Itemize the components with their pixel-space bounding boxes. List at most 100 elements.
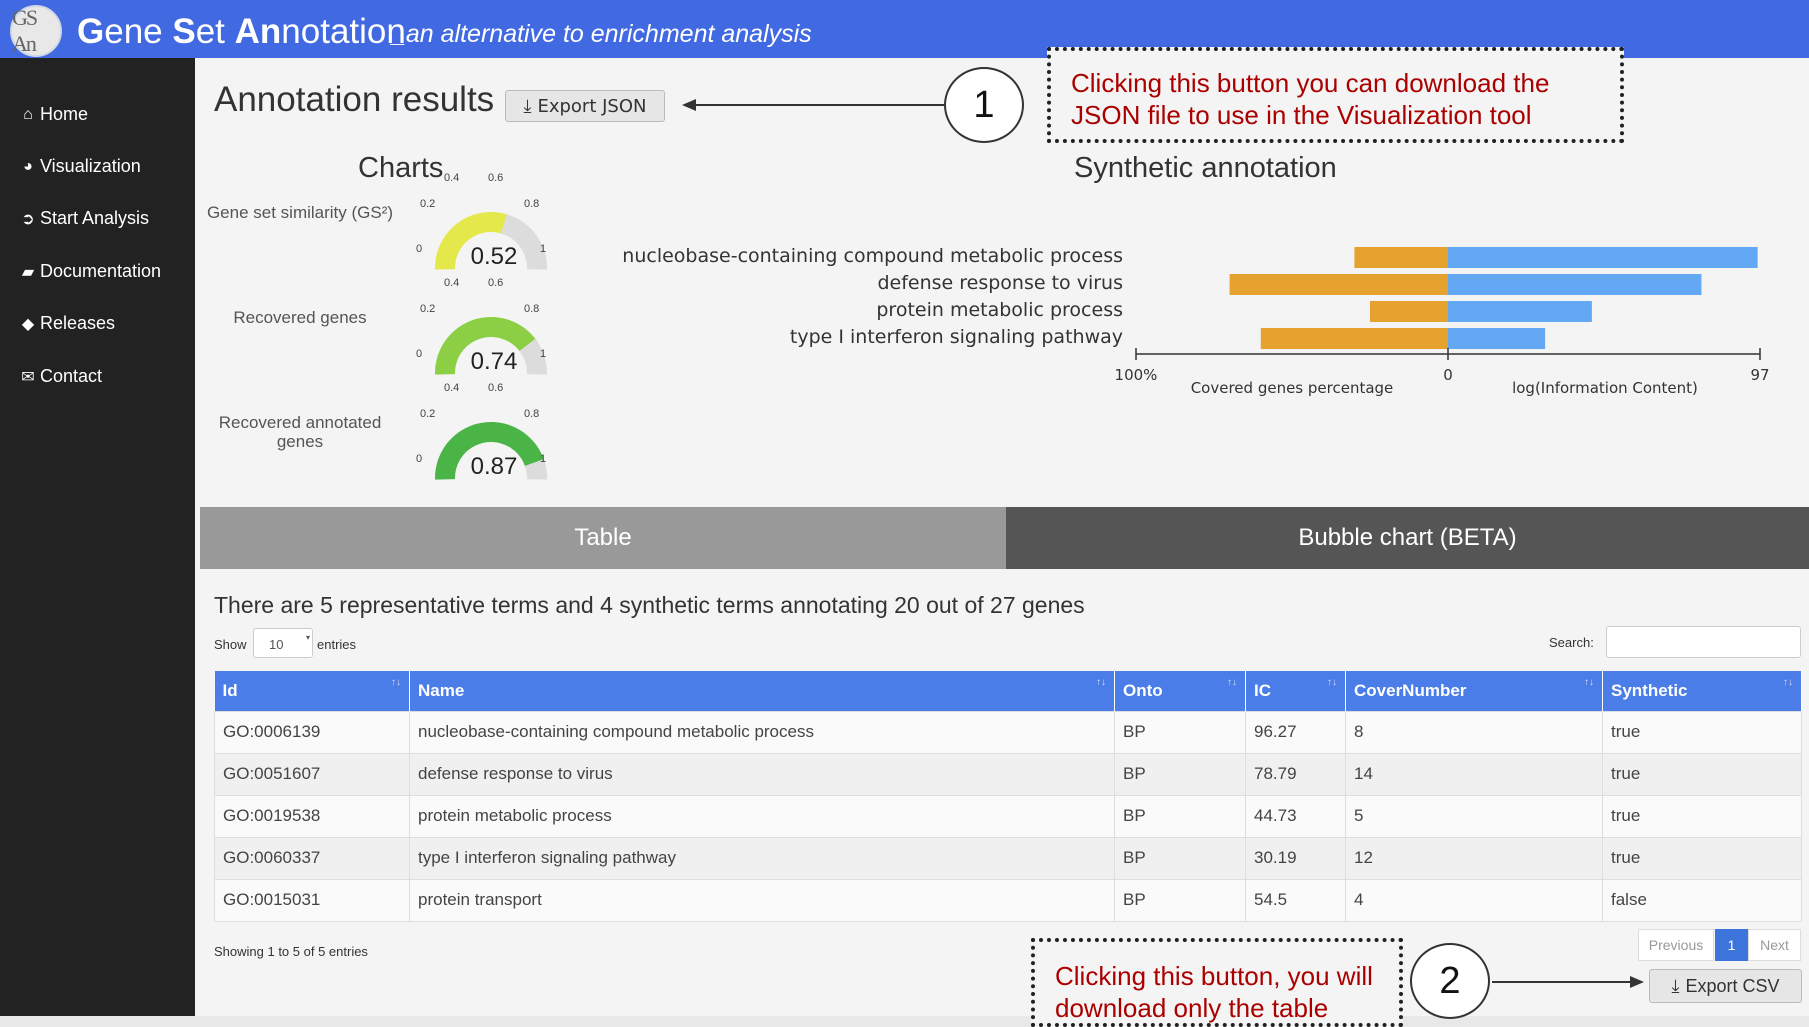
covered-genes-bar [1370,301,1448,322]
page-1-button[interactable]: 1 [1715,929,1748,961]
gauge-tick-label: 0.6 [488,172,504,184]
gauge-label-recovered-genes: Recovered genes [233,308,367,327]
table-row[interactable]: GO:0019538 protein metabolic process BP 44.… [214,794,1802,838]
tag-icon: ◆ [21,315,35,333]
synthetic-annotation-title: Synthetic annotation [1074,152,1337,184]
gauge-tick-label: 1 [540,348,547,360]
search-input[interactable] [1606,626,1801,658]
table-cell: 12 [1345,836,1603,880]
category-label: protein metabolic process [876,299,1123,321]
table-cell: BP [1114,710,1246,754]
x-axis-label-right: log(Information Content) [1512,379,1698,397]
sort-icon: ↑↓ [1584,677,1594,688]
table-cell: true [1602,752,1802,796]
sidebar-item-documentation[interactable]: ▰ Documentation [18,261,161,282]
information-content-bar [1448,328,1546,349]
export-csv-button[interactable]: ⤓ Export CSV [1649,969,1802,1003]
export-json-button[interactable]: ⤓ Export JSON [505,90,665,122]
book-icon: ▰ [21,263,35,281]
envelope-icon: ✉ [21,368,35,386]
sidebar-item-label: Contact [40,366,103,386]
sidebar-item-home[interactable]: ⌂ Home [18,104,88,125]
next-button[interactable]: Next [1748,929,1801,961]
entries-select[interactable]: 10 ▾ [253,628,313,658]
sidebar-item-start-analysis[interactable]: ➲ Start Analysis [18,208,149,229]
callout-number-1: 1 [944,67,1024,143]
summary-text: There are 5 representative terms and 4 s… [214,592,1085,618]
table-row[interactable]: GO:0015031 protein transport BP 54.5 4 false [214,878,1802,922]
previous-button[interactable]: Previous [1638,929,1714,961]
column-header-synthetic[interactable]: Synthetic ↑↓ [1602,671,1802,711]
download-icon: ⤓ [523,95,532,117]
table-cell: 5 [1345,794,1603,838]
covered-genes-bar [1354,247,1448,268]
column-header-onto[interactable]: Onto ↑↓ [1114,671,1246,711]
gauge-tick-label: 0.2 [420,198,436,210]
export-csv-label: Export CSV [1685,975,1780,996]
table-cell: 14 [1345,752,1603,796]
sidebar-item-contact[interactable]: ✉ Contact [18,366,102,387]
gauge-tick-label: 0.4 [444,382,460,394]
search-label: Search: [1549,635,1594,650]
tab-bubble-chart[interactable]: Bubble chart (BETA) [1006,507,1809,569]
gauge-tick-label: 0.4 [444,277,460,289]
column-header-label: Onto [1123,680,1163,700]
sidebar-item-label: Start Analysis [40,208,150,228]
sort-icon: ↑↓ [1327,677,1337,688]
axis-tick-label: 97 [1750,366,1769,384]
column-header-id[interactable]: Id ↑↓ [214,671,410,711]
column-header-name[interactable]: Name ↑↓ [409,671,1115,711]
tab-table[interactable]: Table [200,507,1006,569]
show-label: Show [214,637,247,652]
table-cell: 8 [1345,710,1603,754]
sort-icon: ↑↓ [1227,677,1237,688]
gauge-label-recovered-annotated: Recovered annotated genes [218,413,382,451]
table-cell: true [1602,710,1802,754]
app-subtitle: _an alternative to enrichment analysis [392,20,812,48]
table-row[interactable]: GO:0006139 nucleobase-containing compound… [214,710,1802,754]
results-table: Id ↑↓ Name ↑↓ Onto ↑↓ IC ↑↓ CoverNumber ↑↓ Sy… [214,671,1802,922]
column-header-label: Name [418,680,465,700]
covered-genes-bar [1260,328,1448,349]
gauge-tick-label: 0.8 [524,408,540,420]
sidebar-item-visualization[interactable]: ◕ Visualization [18,156,141,177]
table-cell: BP [1114,836,1246,880]
gauge-tick-label: 1 [540,453,547,465]
table-cell: defense response to virus [409,752,1115,796]
callout-text: JSON file to use in the Visualization to… [1071,100,1532,130]
callout-text: download only the table [1055,993,1329,1023]
gauge-tick-label: 0.8 [524,198,540,210]
table-cell: false [1602,878,1802,922]
category-label: type I interferon signaling pathway [790,326,1123,348]
callout-box-2: Clicking this button, you will download … [1031,938,1403,1027]
download-icon: ⤓ [1671,975,1680,996]
gauge-tick-label: 0.6 [488,382,504,394]
category-label: nucleobase-containing compound metabolic… [622,245,1123,267]
gauge-tick-label: 0 [416,243,423,255]
logo[interactable]: GS An [10,5,62,57]
sidebar-item-label: Visualization [40,156,141,176]
page-title: Annotation results [214,80,495,119]
column-header-covernumber[interactable]: CoverNumber ↑↓ [1345,671,1603,711]
arrow-line [1492,981,1632,983]
play-circle-icon: ➲ [21,210,35,228]
caret-icon: ▾ [305,633,310,642]
table-cell: BP [1114,794,1246,838]
sidebar-item-releases[interactable]: ◆ Releases [18,313,115,334]
table-row[interactable]: GO:0051607 defense response to virus BP 78.… [214,752,1802,796]
callout-number-2: 2 [1410,943,1490,1019]
table-row[interactable]: GO:0060337 type I interferon signaling pa… [214,836,1802,880]
column-header-label: CoverNumber [1354,680,1467,700]
callout-text: Clicking this button, you will [1055,961,1373,991]
gauge-value: 0.52 [470,243,518,270]
gauge-tick-label: 0.2 [420,408,436,420]
x-axis-label-left: Covered genes percentage [1191,379,1394,397]
sidebar: ⌂ Home ◕ Visualization ➲ Start Analysis ▰ Do… [0,58,195,1016]
table-cell: protein metabolic process [409,794,1115,838]
column-header-ic[interactable]: IC ↑↓ [1245,671,1346,711]
callout-box-1: Clicking this button you can download th… [1047,47,1624,143]
sidebar-item-label: Releases [40,313,116,333]
pie-chart-icon: ◕ [23,157,33,175]
gauge-tick-label: 0.2 [420,303,436,315]
entries-label: entries [317,637,357,652]
